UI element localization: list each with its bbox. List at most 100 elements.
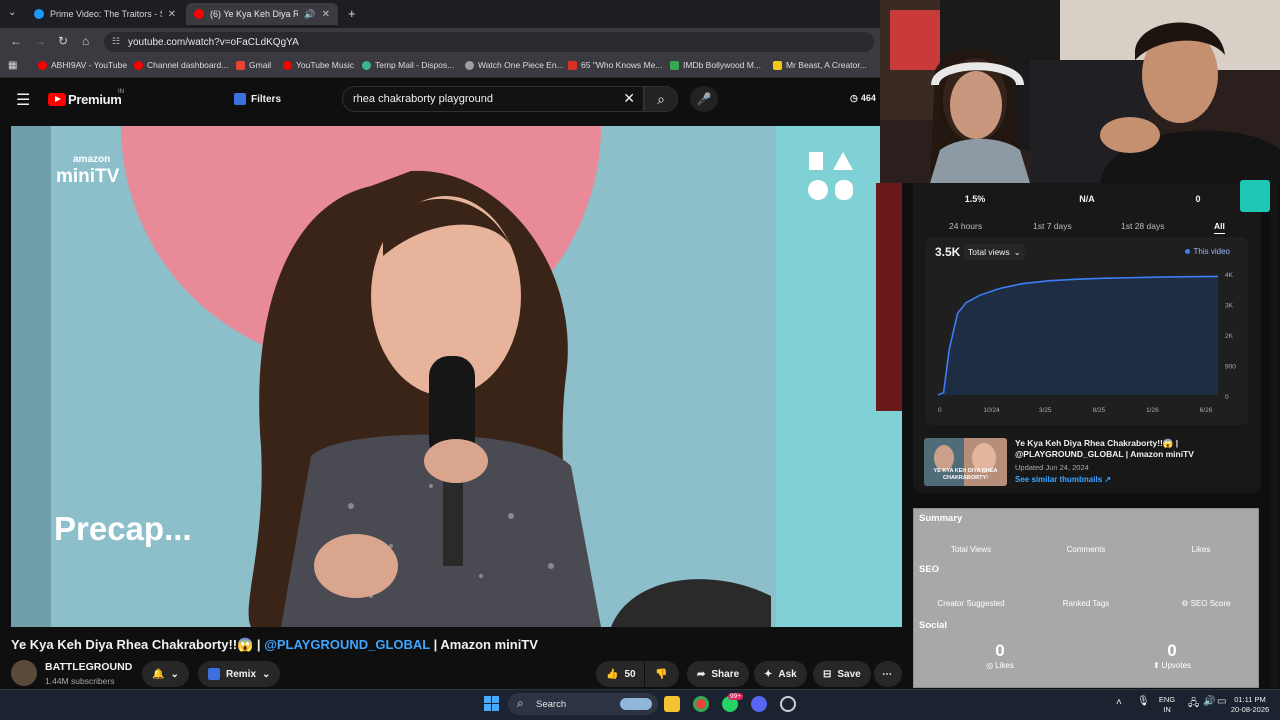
save-button[interactable]: ⊟ Save — [813, 661, 871, 687]
remix-button[interactable]: Remix ⌄ — [198, 661, 281, 687]
bookmark-favicon-icon — [568, 60, 577, 70]
see-similar-thumbnails-link[interactable]: See similar thumbnails ↗ — [1015, 475, 1111, 484]
subscribe-bell-button[interactable]: 🔔 ⌄ — [142, 661, 189, 687]
bookmark-item[interactable]: Channel dashboard... — [134, 60, 228, 70]
bookmark-label: Temp Mail - Dispos... — [375, 60, 455, 70]
bookmark-favicon-icon — [670, 60, 679, 70]
search-button[interactable]: ⌕ — [644, 86, 678, 112]
chrome-icon[interactable] — [693, 696, 709, 712]
address-bar[interactable]: ☷ youtube.com/watch?v=oFaCLdKQgYA — [104, 32, 874, 52]
watermark-logo-icon — [807, 150, 857, 202]
clock[interactable]: 01:11 PM 20-08-2026 — [1228, 695, 1272, 715]
extension-badge-icon[interactable] — [1240, 180, 1270, 212]
more-actions-button[interactable]: ⋯ — [874, 661, 902, 687]
voice-search-button[interactable]: 🎤 — [690, 86, 718, 112]
period-tab-7d[interactable]: 1st 7 days — [1033, 221, 1072, 231]
browser-tab-strip: ⌄ Prime Video: The Traitors - Sea ✕ (6) … — [0, 0, 880, 28]
tab-title: (6) Ye Kya Keh Diya Rhea Ch — [210, 9, 299, 19]
home-icon[interactable]: ⌂ — [82, 34, 89, 48]
youtube-premium-logo[interactable]: Premium — [68, 92, 122, 107]
youtube-logo-icon[interactable] — [48, 93, 66, 106]
site-info-icon[interactable]: ☷ — [112, 36, 120, 47]
x-tick-label: 3/25 — [1039, 407, 1052, 414]
search-input[interactable]: rhea chakraborty playground ✕ — [342, 86, 644, 112]
language-indicator[interactable]: ENG IN — [1157, 695, 1177, 715]
video-player[interactable]: amazon miniTV Precap... — [11, 126, 902, 627]
clock-date: 20-08-2026 — [1230, 705, 1270, 714]
search-highlight-image — [620, 698, 652, 710]
tab-list-chevron-icon[interactable]: ⌄ — [8, 7, 16, 18]
related-video-card[interactable]: YE KYA KEH DIYA RHEA CHAKRABORTY! Ye Kya… — [920, 434, 1260, 490]
period-tab-all[interactable]: All — [1214, 221, 1225, 234]
y-tick-label: 3K — [1225, 303, 1234, 310]
social-likes-label: ◎ Likes — [970, 661, 1030, 670]
like-count: 50 — [624, 668, 636, 680]
bookmark-item[interactable]: ABHI9AV - YouTube — [38, 60, 127, 70]
filters-button[interactable]: Filters — [234, 89, 281, 109]
stat-retention: N/A — [1079, 194, 1095, 204]
period-tab-24h[interactable]: 24 hours — [949, 221, 982, 231]
speaker-icon[interactable]: 🔊 — [304, 9, 315, 20]
video-caption: Precap... — [54, 510, 192, 547]
related-thumbnail[interactable]: YE KYA KEH DIYA RHEA CHAKRABORTY! — [924, 438, 1007, 486]
file-explorer-icon[interactable] — [664, 696, 680, 712]
apps-grid-icon[interactable]: ▦ — [8, 60, 17, 71]
windows-start-icon[interactable] — [484, 696, 499, 711]
seo-col-ranked-tags: Ranked Tags — [1062, 599, 1110, 608]
minitv-logo-text: miniTV — [56, 166, 120, 187]
bookmark-favicon-icon — [465, 60, 474, 70]
seo-score: ⚙ SEO Score — [1166, 599, 1246, 608]
bookmark-label: Watch One Piece En... — [478, 60, 564, 70]
bookmark-item[interactable]: 65 "Who Knows Me... — [568, 60, 662, 70]
seo-col-creator-suggested: Creator Suggested — [937, 599, 1005, 608]
bookmark-item[interactable]: YouTube Music — [283, 60, 354, 70]
discord-icon[interactable] — [751, 696, 767, 712]
period-tab-28d[interactable]: 1st 28 days — [1121, 221, 1164, 231]
bookmark-item[interactable]: Watch One Piece En... — [465, 60, 564, 70]
share-button[interactable]: ➦ Share — [687, 661, 750, 687]
network-icon[interactable]: 🖧 — [1188, 696, 1199, 713]
bookmark-item[interactable]: Temp Mail - Dispos... — [362, 60, 454, 70]
bookmark-label: Mr Beast, A Creator... — [786, 60, 867, 70]
battery-icon[interactable]: ▭ — [1217, 696, 1226, 707]
language-code: ENG — [1158, 695, 1176, 704]
close-tab-icon[interactable]: ✕ — [168, 9, 176, 20]
tray-overflow-icon[interactable]: ˄ — [1116, 697, 1122, 708]
tray-mic-icon[interactable]: 🎙 — [1137, 696, 1150, 707]
search-icon: ⌕ — [517, 696, 524, 710]
ask-button[interactable]: ✦ Ask — [754, 661, 807, 687]
series-area — [938, 276, 1218, 395]
taskbar-search[interactable]: ⌕ Search — [508, 693, 658, 715]
webcam-frame — [880, 0, 1280, 183]
dislike-button[interactable]: 👎 — [645, 661, 679, 687]
amazon-brand-text: amazon — [73, 154, 111, 165]
tab-youtube-video[interactable]: (6) Ye Kya Keh Diya Rhea Ch 🔊 ✕ — [186, 3, 338, 25]
channel-mention-link[interactable]: @PLAYGROUND_GLOBAL — [264, 637, 430, 652]
like-button[interactable]: 👍 50 — [596, 661, 644, 687]
back-icon[interactable]: ← — [10, 34, 22, 48]
bookmark-item[interactable]: IMDb Bollywood M... — [670, 60, 761, 70]
tab-prime-video[interactable]: Prime Video: The Traitors - Sea ✕ — [26, 3, 184, 25]
new-tab-icon[interactable]: + — [348, 6, 356, 21]
reload-icon[interactable]: ↻ — [58, 34, 68, 48]
sparkle-icon: ✦ — [764, 668, 773, 680]
bookmark-item[interactable]: Gmail — [236, 60, 271, 70]
settings-icon[interactable] — [780, 696, 796, 712]
channel-avatar[interactable] — [11, 660, 37, 686]
language-region: IN — [1163, 705, 1171, 714]
background-strip — [876, 183, 902, 411]
gmail-icon — [236, 60, 245, 70]
channel-name[interactable]: BATTLEGROUND — [45, 661, 132, 673]
volume-icon[interactable]: 🔊 — [1203, 696, 1215, 707]
page-scrollbar[interactable] — [1270, 183, 1278, 688]
clear-search-icon[interactable]: ✕ — [623, 90, 635, 107]
bookmarks-bar: ▦ ABHI9AV - YouTube Channel dashboard...… — [0, 56, 880, 78]
close-tab-icon[interactable]: ✕ — [322, 9, 330, 20]
video-frame — [11, 126, 902, 627]
hamburger-menu-icon[interactable]: ☰ — [16, 90, 30, 110]
bookmark-item[interactable]: Mr Beast, A Creator... — [773, 60, 867, 70]
title-suffix: | Amazon miniTV — [433, 637, 538, 652]
forward-icon[interactable]: → — [34, 34, 46, 48]
clock-time: 01:11 PM — [1234, 695, 1266, 704]
view-count-value: 464 — [860, 93, 876, 103]
